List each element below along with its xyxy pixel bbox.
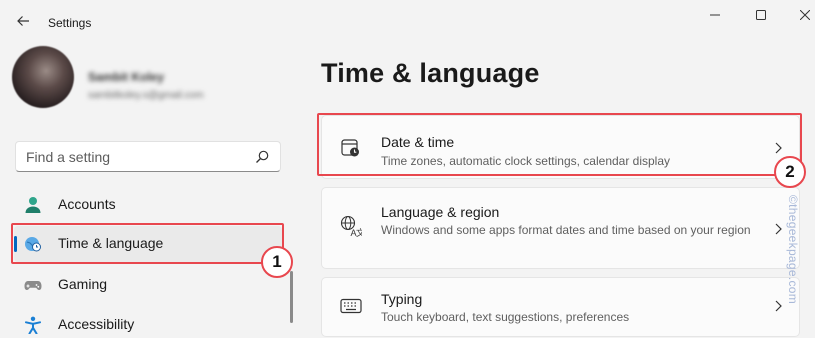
maximize-icon (756, 10, 766, 20)
card-description: Touch keyboard, text suggestions, prefer… (381, 310, 630, 324)
page-title: Time & language (321, 58, 540, 88)
profile-name: Sambit Koley (88, 70, 165, 84)
minimize-icon (710, 14, 720, 16)
search-input[interactable]: Find a setting (15, 141, 281, 172)
card-title: Language & region (381, 204, 500, 220)
sidebar-item-accessibility[interactable]: Accessibility (14, 307, 282, 338)
step-badge-1: 1 (261, 246, 293, 278)
sidebar-item-label: Accounts (58, 196, 116, 212)
profile-email: sambitkoley.s@gmail.com (88, 90, 204, 101)
card-title: Typing (381, 291, 423, 307)
svg-text:文: 文 (356, 227, 362, 237)
minimize-button[interactable] (692, 4, 738, 26)
globe-clock-icon (24, 235, 42, 253)
close-icon (800, 10, 810, 20)
gamepad-icon (24, 276, 42, 294)
card-date-time[interactable]: Date & time Time zones, automatic clock … (321, 115, 800, 179)
chevron-right-icon (771, 141, 785, 155)
card-language-region[interactable]: A 文 Language & region Windows and some a… (321, 187, 800, 269)
arrow-left-icon (17, 16, 29, 26)
sidebar-scrollbar[interactable] (290, 271, 293, 323)
card-title: Date & time (381, 134, 455, 150)
keyboard-icon (340, 295, 362, 317)
sidebar-item-label: Gaming (58, 276, 108, 292)
sidebar-item-accounts[interactable]: Accounts (14, 187, 282, 223)
sidebar-item-label: Accessibility (58, 316, 135, 332)
title-bar: Settings (0, 0, 815, 44)
app-title: Settings (48, 16, 92, 30)
card-typing[interactable]: Typing Touch keyboard, text suggestions,… (321, 277, 800, 337)
sidebar-item-gaming[interactable]: Gaming (14, 267, 282, 303)
card-description: Time zones, automatic clock settings, ca… (381, 154, 671, 168)
chevron-right-icon (771, 299, 785, 313)
card-description: Windows and some apps format dates and t… (381, 223, 751, 237)
language-icon: A 文 (340, 215, 362, 237)
search-icon[interactable] (254, 149, 270, 165)
calendar-clock-icon (340, 137, 362, 159)
active-indicator (14, 236, 17, 252)
person-icon (24, 196, 42, 214)
accessibility-icon (24, 316, 42, 334)
step-badge-2: 2 (774, 156, 806, 188)
chevron-right-icon (771, 222, 785, 236)
sidebar-item-label: Time & language (58, 235, 164, 251)
maximize-button[interactable] (738, 4, 784, 26)
watermark: ©thegeekpage.com (786, 195, 800, 305)
avatar[interactable] (12, 46, 74, 108)
search-placeholder: Find a setting (26, 149, 111, 165)
sidebar-item-time-language[interactable]: Time & language (14, 226, 282, 262)
close-button[interactable] (782, 4, 815, 26)
back-button[interactable] (10, 8, 36, 34)
